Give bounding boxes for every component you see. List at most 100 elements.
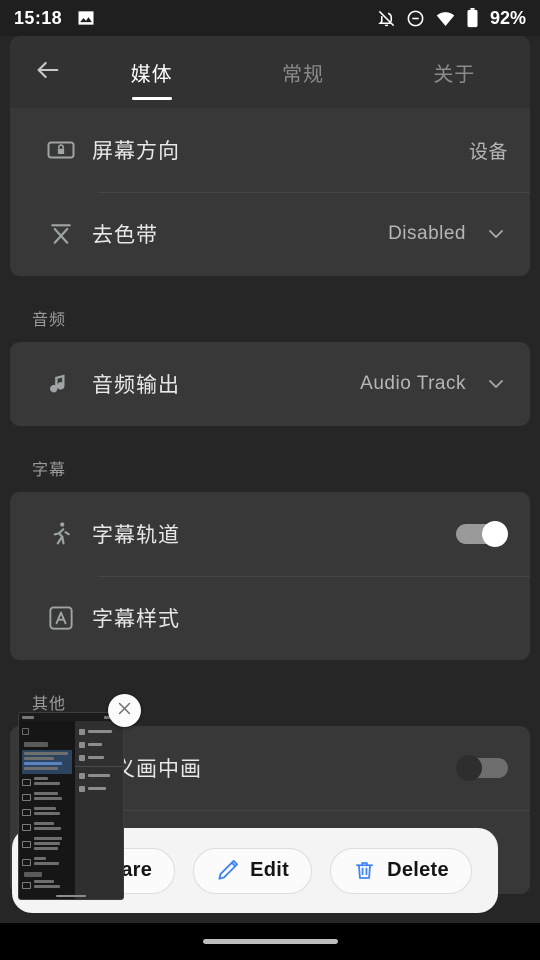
toggle-knob [482,521,508,547]
preview-menu-text [88,730,112,733]
preview-selected-item [22,750,72,774]
music-note-icon [30,370,92,398]
do-not-disturb-icon [406,9,425,28]
delete-label: Delete [387,859,449,881]
preview-line [34,777,48,780]
picture-in-picture-toggle[interactable] [456,755,508,781]
screenshot-preview-overlay[interactable] [18,694,141,900]
row-label: 去色带 [92,224,158,247]
row-audio-output[interactable]: 音频输出 Audio Track [10,342,530,426]
image-icon [76,8,96,28]
subtitle-track-toggle[interactable] [456,521,508,547]
row-value: 设备 [468,141,508,163]
settings-card-display: 屏幕方向 设备 去色带 Disabled [10,108,530,276]
status-bar: 15:18 92% [0,0,540,36]
screen-lock-rotation-icon [30,135,92,165]
tab-about[interactable]: 关于 [379,36,530,108]
tab-active-indicator [131,97,172,100]
folder-icon [22,778,31,786]
folder-icon [22,858,31,866]
pencil-icon [216,859,239,882]
preview-gesture-pill [56,895,86,897]
preview-list-item [22,807,72,817]
preview-list-item [22,837,72,852]
preview-line [34,885,60,888]
preview-menu-text [88,787,106,790]
preview-menu-divider [75,766,123,767]
preview-line [34,880,54,883]
phone-screen: 15:18 92% 媒体 常规 关于 屏幕方向 设备 去色带 Disabled … [0,0,540,960]
preview-menu-item [75,738,123,751]
notifications-off-icon [377,9,396,28]
preview-line [34,862,59,865]
preview-list-item [22,777,72,787]
row-label: 定义画中画 [92,758,202,781]
tab-general-label: 常规 [281,63,324,86]
back-button[interactable] [20,44,76,100]
close-icon [116,700,133,722]
preview-group-label [24,872,42,877]
folder-icon [22,793,31,801]
preview-line [24,757,54,760]
edit-button[interactable]: Edit [193,847,313,894]
preview-time [22,715,34,719]
status-right-icons: 92% [377,8,526,29]
screenshot-preview[interactable] [18,712,124,900]
preview-line [34,812,60,815]
preview-file-list [19,721,75,899]
toggle-knob [456,755,482,781]
row-subtitle-style[interactable]: 字幕样式 [10,576,530,660]
back-arrow-icon [34,56,62,89]
settings-card-subtitles: 字幕轨道 字幕样式 [10,492,530,660]
subtitle-track-icon [30,519,92,549]
close-preview-button[interactable] [108,694,141,727]
row-label: 字幕样式 [92,608,180,631]
battery-icon [466,8,479,28]
wifi-icon [435,8,456,29]
subtitle-style-icon [30,603,92,633]
tab-media[interactable]: 媒体 [76,36,227,108]
folder-icon [22,881,31,889]
debanding-icon [30,219,92,249]
preview-list-item [22,857,72,867]
app-bar: 媒体 常规 关于 [10,36,530,108]
tab-about-label: 关于 [433,63,476,86]
chevron-down-icon[interactable] [484,372,508,396]
folder-icon [22,823,31,831]
navigation-bar [0,923,540,960]
preview-line [34,792,58,795]
row-label: 字幕轨道 [92,524,180,547]
gesture-pill[interactable] [202,939,338,944]
tab-general[interactable]: 常规 [227,36,378,108]
chevron-down-icon[interactable] [484,222,508,246]
preview-menu-item [75,751,123,764]
settings-card-audio: 音频输出 Audio Track [10,342,530,426]
status-time: 15:18 [14,7,63,28]
preview-menu-icon [79,728,85,735]
preview-body [19,721,123,899]
delete-button[interactable]: Delete [330,847,472,894]
battery-percent: 92% [489,7,526,28]
preview-menu-text [88,756,104,759]
preview-group-label [24,742,48,747]
row-subtitle-track[interactable]: 字幕轨道 [10,492,530,576]
preview-line [34,837,62,840]
preview-line [24,767,58,770]
row-screen-orientation[interactable]: 屏幕方向 设备 [10,108,530,192]
preview-line [34,847,58,850]
section-title-subtitles: 字幕 [32,462,67,479]
preview-line [34,782,60,785]
preview-line [34,807,56,810]
tab-indicator [283,97,323,100]
preview-dropdown-menu [75,721,123,899]
tab-media-label: 媒体 [130,63,173,86]
row-debanding[interactable]: 去色带 Disabled [10,192,530,276]
row-label: 屏幕方向 [92,140,180,163]
section-title-audio: 音频 [32,312,67,329]
preview-list-item [22,792,72,802]
tab-bar: 媒体 常规 关于 [76,36,530,108]
folder-icon [22,808,31,816]
preview-line [34,822,54,825]
preview-menu-icon [79,785,85,792]
preview-line [34,797,62,800]
